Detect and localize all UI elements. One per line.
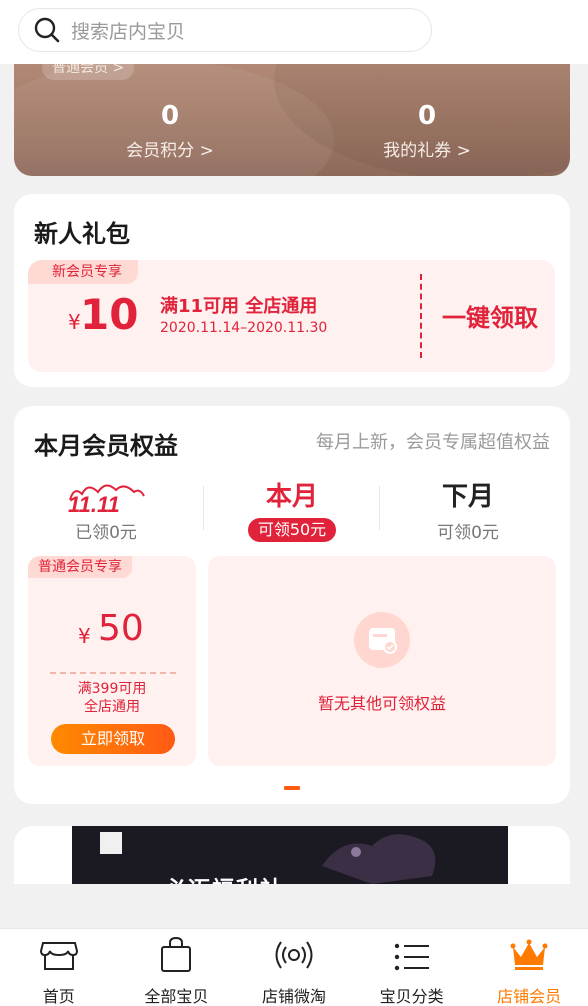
dashed-divider <box>420 274 422 358</box>
tab-next-month-label: 下月 <box>441 482 494 512</box>
coupons-label: 我的礼券 > <box>383 141 471 161</box>
search-icon <box>34 17 60 43</box>
tab-next-month[interactable]: 下月 可领0元 <box>378 480 558 543</box>
double11-logo-text: 11.11 <box>68 492 120 514</box>
shop-icon <box>39 942 78 970</box>
tab-store-member-label: 店铺会员 <box>497 987 562 1006</box>
tab-this-month-sub: 可领50元 <box>247 518 337 542</box>
member-coupon: 普通会员专享 ¥ 50 满399可用 全店通用 立即领取 <box>28 556 196 766</box>
tab-microtao[interactable]: 店铺微淘 <box>235 929 353 1006</box>
tab-double11[interactable]: 11.11 已领0元 <box>16 480 196 543</box>
coupon-condition: 满399可用 全店通用 <box>28 680 196 716</box>
crown-icon <box>510 939 548 970</box>
list-icon <box>394 943 429 971</box>
banner-card: 必迈福利社 <box>14 826 570 884</box>
tab-home-label: 首页 <box>42 987 75 1006</box>
newcomer-title: 新人礼包 <box>34 220 130 248</box>
tab-this-month-label: 本月 <box>265 482 318 512</box>
tab-all-items[interactable]: 全部宝贝 <box>118 929 236 1006</box>
double11-logo: 11.11 <box>16 480 196 517</box>
newcomer-coupon: 新会员专享 ¥ 10 满11可用 全店通用 2020.11.14–2020.11… <box>28 260 555 372</box>
points-value: 0 <box>160 101 180 131</box>
banner-text: 必迈福利社 <box>164 872 284 884</box>
bottom-tab-bar: 首页 全部宝贝 店铺微淘 宝贝分类 店铺会员 <box>0 928 588 1006</box>
qr-code-icon <box>100 832 122 854</box>
tab-microtao-label: 店铺微淘 <box>261 987 326 1006</box>
tab-categories-label: 宝贝分类 <box>379 987 444 1006</box>
coupon-amount: 10 <box>80 290 139 339</box>
rights-title: 本月会员权益 <box>34 432 178 460</box>
double11-logo-icon: 11.11 <box>68 484 145 517</box>
newcomer-tag: 新会员专享 <box>28 260 138 284</box>
coupon-empty-icon <box>354 612 410 668</box>
search-placeholder: 搜索店内宝贝 <box>71 20 186 43</box>
coupon-amount: 50 <box>98 608 144 649</box>
empty-rights-text: 暂无其他可领权益 <box>317 694 446 713</box>
tab-this-month[interactable]: 本月 可领50元 <box>202 480 382 542</box>
tab-double11-sub: 已领0元 <box>75 523 137 543</box>
tab-categories[interactable]: 宝贝分类 <box>353 929 471 1006</box>
tab-store-member[interactable]: 店铺会员 <box>470 929 588 1006</box>
coupon-condition-line2: 全店通用 <box>84 699 140 715</box>
tab-all-items-label: 全部宝贝 <box>144 987 209 1006</box>
empty-rights-panel: 暂无其他可领权益 <box>208 556 556 766</box>
currency-symbol: ¥ <box>68 310 81 334</box>
points-label: 会员积分 > <box>126 141 214 161</box>
newcomer-gift-card: 新人礼包 新会员专享 ¥ 10 满11可用 全店通用 2020.11.14–20… <box>14 194 570 387</box>
member-points[interactable]: 0 会员积分 > <box>70 100 270 161</box>
tab-next-month-sub: 可领0元 <box>437 523 499 543</box>
search-bar: 搜索店内宝贝 <box>0 0 588 64</box>
coupon-condition: 满11可用 全店通用 <box>160 296 318 317</box>
rights-subtitle: 每月上新，会员专属超值权益 <box>316 432 550 453</box>
search-input[interactable]: 搜索店内宝贝 <box>18 8 432 52</box>
broadcast-icon <box>275 941 313 969</box>
member-coupons[interactable]: 0 我的礼券 > <box>327 100 527 161</box>
coupon-condition-line1: 满399可用 <box>77 681 147 697</box>
claim-all-button[interactable]: 一键领取 <box>428 298 552 333</box>
coupon-date-range: 2020.11.14–2020.11.30 <box>160 320 328 336</box>
currency-symbol: ¥ <box>78 624 91 648</box>
shopping-bag-icon <box>161 936 192 972</box>
dragon-illustration-icon <box>322 834 436 884</box>
coupon-tag: 普通会员专享 <box>28 556 132 578</box>
promo-banner[interactable]: 必迈福利社 <box>72 826 508 884</box>
coupons-value: 0 <box>417 101 437 131</box>
carousel-indicator <box>284 786 300 790</box>
claim-now-button[interactable]: 立即领取 <box>51 724 175 754</box>
tab-home[interactable]: 首页 <box>0 929 118 1006</box>
dashed-divider <box>50 672 176 674</box>
monthly-rights-card: 本月会员权益 每月上新，会员专属超值权益 11.11 已领0元 本月 可领50元… <box>14 406 570 804</box>
